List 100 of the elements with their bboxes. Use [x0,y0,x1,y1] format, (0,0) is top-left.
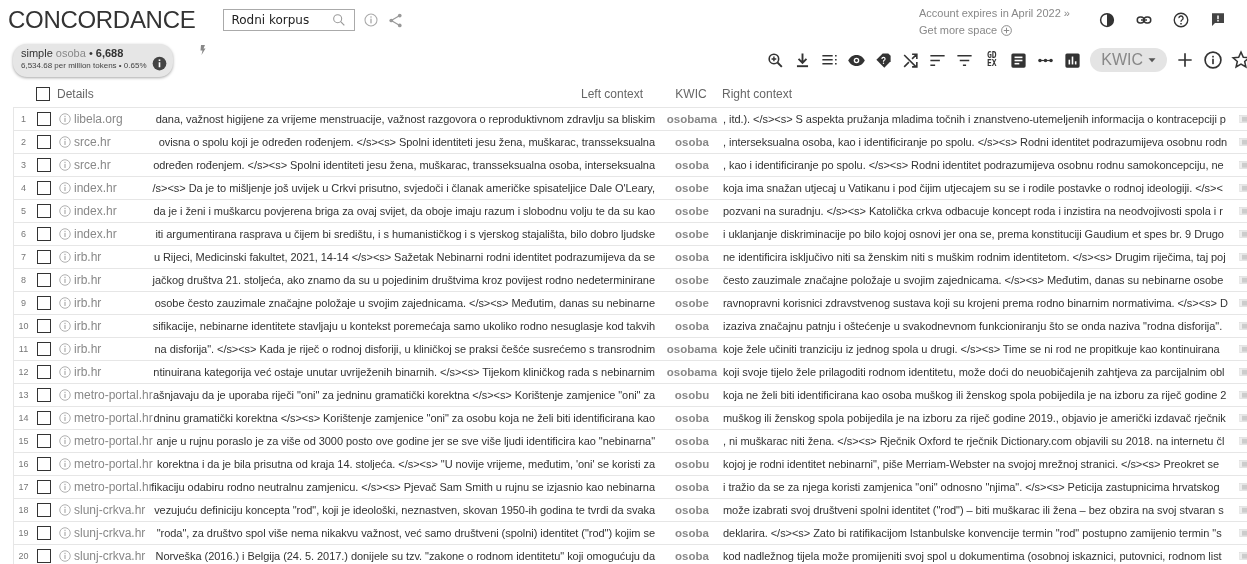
row-checkbox[interactable] [37,526,51,540]
row-checkbox[interactable] [37,342,51,356]
row-checkbox[interactable] [37,296,51,310]
row-checkbox[interactable] [37,273,51,287]
keyword[interactable]: osobama [666,366,718,378]
left-context: sifikacije, nebinarne identitete stavljaju u kontekst poremećaja samo ukoliko rodno nesuglasje kod takvih [152,320,656,332]
row-checkbox[interactable] [37,181,51,195]
row-number: 8 [20,275,27,285]
source-domain: slunj-crkva.hr [74,503,147,517]
source-domain: slunj-crkva.hr [74,549,147,563]
right-context: ne identificira isključivo niti sa ženskim niti s muškim rodnim identitetom. </s><s> Drugim riječima, taj poj [723,251,1227,263]
right-context: često zauzimale značajne položaje u svojim zajednicama. </s><s> Međutim, danas su nebinarne osobe [723,274,1225,286]
row-checkbox[interactable] [37,480,51,494]
row-checkbox[interactable] [37,135,51,149]
source-domain: irb.hr [74,273,103,287]
right-context: kod nadležnog tijela može promijeniti svoj spol u dokumentima (osobnoj iskaznici, putovnici, rodnom list [723,550,1223,562]
row-number: 11 [17,344,30,354]
row-checkbox[interactable] [37,365,51,379]
row-checkbox[interactable] [37,388,51,402]
keyword[interactable]: osobe [675,205,709,217]
chart-icon[interactable] [1063,50,1083,70]
account-notice[interactable]: Account expires in April 2022 » [918,5,1070,22]
keyword[interactable]: osobu [674,458,710,470]
share-icon[interactable] [387,11,405,29]
source-domain: libela.org [74,112,124,126]
row-checkbox[interactable] [37,457,51,471]
right-context: , ni muškarac niti žena. </s><s> Rječnik Oxford te rječnik Dictionary.com objavili su 2018. na internetu čl [723,435,1226,447]
keyword[interactable]: osobe [675,274,709,286]
row-checkbox[interactable] [37,227,51,241]
query-type: simple [21,46,53,59]
source-domain: index.hr [74,227,118,241]
right-context: pozvani na suradnju. </s><s> Katolička crkva odbacuje koncept roda i inzistira na neodvojivosti spola i r [723,205,1224,217]
right-context: i tražio da se za njega koristi zamjenica "oni" odnosno "njima". </s><s> Peticija zastupnicima hrvatskog [723,481,1221,493]
row-checkbox[interactable] [37,250,51,264]
row-checkbox[interactable] [37,158,51,172]
source-domain: index.hr [74,204,118,218]
plus-circle-icon[interactable] [1000,24,1014,37]
keyword[interactable]: osobe [675,228,709,240]
right-context: , kao i identificiranje po spolu. </s><s> Rodni identitet podrazumijeva osobnu rodnu samokoncepciju, ne [723,159,1225,171]
document-icon[interactable] [1009,50,1029,70]
help-icon[interactable] [1172,11,1190,29]
source-domain: metro-portal.hr [74,457,151,471]
keyword[interactable]: osoba [675,435,709,447]
view-dropdown[interactable]: KWIC [1090,48,1167,72]
keyword[interactable]: osoba [675,251,709,263]
column-header: Left context [580,86,644,101]
row-checkbox[interactable] [37,319,51,333]
row-checkbox[interactable] [37,112,51,126]
info-icon[interactable] [151,55,167,71]
left-context: iti argumentirana rasprava u čijem bi središtu, i s humanističkog i s vjerskog stajališta, bilo dobro ljudske [155,228,656,240]
info-icon[interactable] [1203,50,1223,70]
select-all-checkbox[interactable] [36,86,50,101]
left-context: ntinuirana kategorija već ostaje unutar uvriježenih binarnih. </s><s> Tijekom kliničkog rada s nebinarnim [153,366,656,378]
left-context: Norveška (2016.) i Belgija (24. 5. 2017.) donijele su tzv. "zakone o rodnom identitetu" koji omogućuju da [155,550,656,562]
keyword[interactable]: osoba [675,527,709,539]
right-context: može izabrati svoj društveni spolni identitet ("rod") – biti muškarac ili žena – bez obzira na svoj stvaran s [723,504,1225,516]
star-icon[interactable] [1231,50,1247,70]
more-space-link[interactable]: Get more space [918,22,998,39]
gdex-icon[interactable]: GD EX [982,52,1002,68]
row-number: 5 [20,206,27,216]
shuffle-icon[interactable] [901,50,921,70]
contrast-icon[interactable] [1098,11,1116,29]
row-number: 3 [20,160,27,170]
keyword[interactable]: osobu [674,389,710,401]
source-domain: metro-portal.hr [74,480,151,494]
keyword[interactable]: osoba [675,136,709,148]
keyword[interactable]: osobama [666,343,718,355]
keyword[interactable]: osoba [675,412,709,424]
left-context: ovisna o spolu koji je određen rođenjem. </s><s> Spolni identiteti jesu žena, muškarac, transseksualna [158,136,656,148]
row-checkbox[interactable] [37,434,51,448]
row-checkbox[interactable] [37,204,51,218]
row-checkbox[interactable] [37,549,51,563]
plus-icon[interactable] [1175,50,1195,70]
row-checkbox[interactable] [37,411,51,425]
keyword[interactable]: osobe [675,182,709,194]
left-context: dninu gramatički korektna </s><s> Korištenje zamjenice "oni" za osobu koja ne želi biti identificirana kao [153,412,656,424]
corpus-field[interactable]: Rodni korpus [223,9,356,31]
source-domain: irb.hr [74,296,103,310]
row-number: 17 [17,482,30,492]
feedback-icon[interactable] [1209,11,1227,29]
keyword[interactable]: osobe [675,297,709,309]
right-context: deklarira. </s><s> Zato bi ratifikacijom Istanbulske konvencije termin "rod" postupno zamijenio termin "s [723,527,1223,539]
keyword[interactable]: osoba [675,481,709,493]
keyword[interactable]: osoba [675,159,709,171]
right-context: kojoj je rodni identitet nebinarni", piše Merriam-Webster na svojoj mrežnoj stranici. </s><s> Preokret se [723,458,1221,470]
row-checkbox[interactable] [37,503,51,517]
left-context: određen rođenjem. </s><s> Spolni identiteti jesu žena, muškarac, transseksualna osoba, interseksualna [153,159,656,171]
row-number: 12 [17,367,30,377]
right-context: i uklanjanje diskriminacije po bilo kojoj osnovi jer ona se, prema konstituciji Gaudium et spes br. 9 Drugo [723,228,1225,240]
source-domain: irb.hr [74,365,103,379]
keyword[interactable]: osoba [675,504,709,516]
keyword[interactable]: osoba [675,550,709,562]
right-context: ravnopravni korisnici zdravstvenog sustava koji su krojeni prema rodno binarnim normativima. </s><s> D [723,297,1229,309]
column-header: Details [56,86,95,101]
left-context: dana, važnost higijene za vrijeme menstruacije, važnost razgovora o reproduktivnom zdravlju sa bliskim [155,113,656,125]
keyword[interactable]: osoba [675,320,709,332]
tag-icon[interactable] [874,50,894,70]
left-context: korektna i da je bila prisutna od kraja 14. stoljeća. </s><s> "U novije vrijeme, međutim, 'oni' se koristi za [157,458,656,470]
keyword[interactable]: osobama [666,113,718,125]
left-context: u Rijeci, Medicinski fakultet, 2021, 14-14 </s><s> Sažetak Nebinarni rodni identitet podrazumijeva da se [153,251,656,263]
